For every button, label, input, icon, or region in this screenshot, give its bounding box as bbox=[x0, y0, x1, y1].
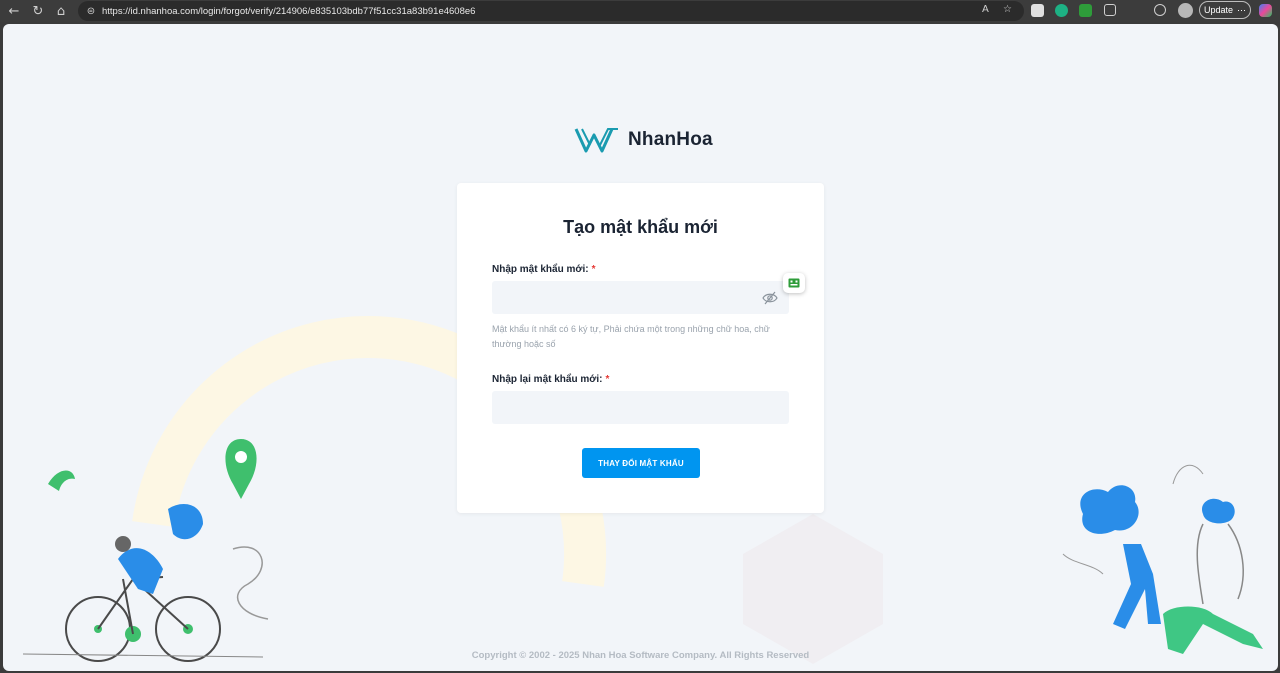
confirm-password-label: Nhập lại mật khẩu mới: * bbox=[492, 374, 609, 385]
nhanhoa-logo-mark-icon bbox=[574, 128, 618, 153]
new-password-input[interactable] bbox=[492, 281, 789, 314]
confirm-password-input[interactable] bbox=[492, 391, 789, 424]
home-icon[interactable]: ⌂ bbox=[53, 3, 69, 19]
site-info-icon[interactable]: ⊜ bbox=[84, 4, 98, 18]
reset-password-card: Tạo mật khẩu mới Nhập mật khẩu mới: * Mật… bbox=[457, 183, 824, 513]
extensions-puzzle-icon[interactable] bbox=[1104, 4, 1116, 16]
toggle-visibility-eye-icon[interactable] bbox=[762, 290, 778, 306]
brand-name: NhanHoa bbox=[628, 129, 713, 150]
page-title: Tạo mật khẩu mới bbox=[563, 217, 718, 237]
password-manager-extension-icon[interactable] bbox=[1079, 4, 1092, 17]
password-manager-fill-button[interactable] bbox=[783, 273, 805, 293]
change-password-button[interactable]: THAY ĐỔI MẬT KHẨU bbox=[582, 448, 700, 478]
update-label: Update bbox=[1203, 5, 1234, 15]
address-bar[interactable]: ⊜ https://id.nhanhoa.com/login/forgot/ve… bbox=[78, 1, 1024, 21]
profile-avatar[interactable] bbox=[1178, 3, 1193, 18]
new-password-label-text: Nhập mật khẩu mới: bbox=[492, 264, 589, 275]
url-text: https://id.nhanhoa.com/login/forgot/veri… bbox=[102, 5, 476, 17]
copilot-icon[interactable] bbox=[1259, 4, 1272, 17]
more-dots-icon: ⋯ bbox=[1237, 4, 1247, 15]
cyclist-illustration bbox=[23, 439, 269, 662]
favorites-icon[interactable] bbox=[1130, 4, 1143, 17]
page-body: NhanHoa Tạo mật khẩu mới Nhập mật khẩu m… bbox=[3, 24, 1278, 671]
browser-toolbar: ← ↻ ⌂ ⊜ https://id.nhanhoa.com/login/for… bbox=[0, 0, 1280, 22]
read-aloud-icon[interactable]: A bbox=[982, 4, 989, 15]
password-hint: Mật khẩu ít nhất có 6 ký tự, Phải chứa m… bbox=[492, 324, 770, 349]
extension-screen-icon[interactable] bbox=[1031, 4, 1044, 17]
back-arrow-icon[interactable]: ← bbox=[6, 3, 22, 19]
new-password-label: Nhập mật khẩu mới: * bbox=[492, 264, 595, 275]
required-mark: * bbox=[591, 264, 596, 275]
history-icon[interactable] bbox=[1154, 4, 1166, 16]
required-mark: * bbox=[605, 374, 610, 385]
update-button[interactable]: Update ⋯ bbox=[1199, 1, 1251, 19]
dancers-illustration bbox=[1062, 464, 1263, 654]
extension-green-icon[interactable] bbox=[1055, 4, 1068, 17]
reload-icon[interactable]: ↻ bbox=[30, 3, 46, 19]
favorite-star-icon[interactable]: ☆ bbox=[1003, 4, 1012, 15]
confirm-password-label-text: Nhập lại mật khẩu mới: bbox=[492, 374, 603, 385]
map-pin-icon bbox=[225, 439, 257, 499]
copyright-footer: Copyright © 2002 - 2025 Nhan Hoa Softwar… bbox=[471, 650, 810, 661]
nhanhoa-logo[interactable]: NhanHoa bbox=[574, 125, 713, 155]
password-manager-icon bbox=[788, 278, 800, 288]
